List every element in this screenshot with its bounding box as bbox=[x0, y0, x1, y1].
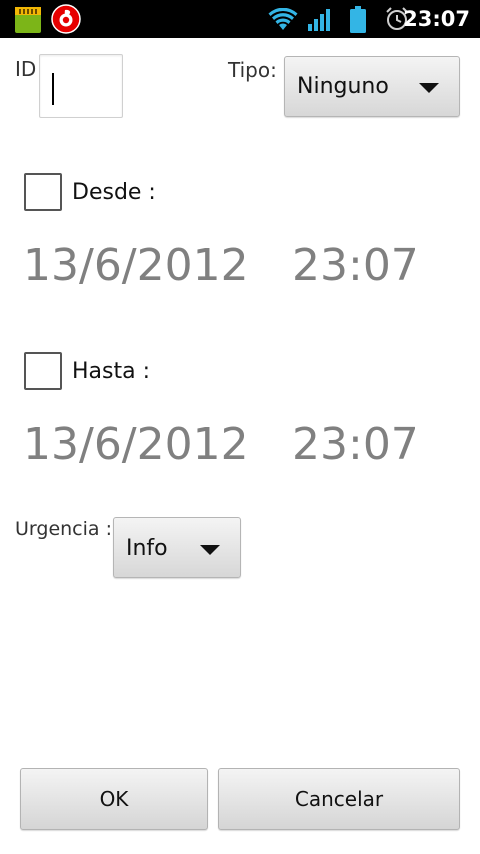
vodafone-icon bbox=[51, 4, 81, 34]
tipo-spinner[interactable]: Ninguno bbox=[284, 56, 460, 117]
desde-time[interactable]: 23:07 bbox=[292, 240, 419, 291]
desde-date[interactable]: 13/6/2012 bbox=[23, 240, 249, 291]
hasta-date[interactable]: 13/6/2012 bbox=[23, 419, 249, 470]
urgencia-label: Urgencia : bbox=[15, 518, 112, 540]
text-caret bbox=[52, 73, 54, 105]
cancel-button[interactable]: Cancelar bbox=[218, 768, 460, 830]
tipo-label: Tipo: bbox=[228, 58, 277, 82]
status-time: 23:07 bbox=[403, 7, 470, 31]
battery-icon bbox=[350, 6, 366, 33]
sd-card-icon bbox=[15, 7, 41, 33]
hasta-time[interactable]: 23:07 bbox=[292, 419, 419, 470]
id-label: ID bbox=[15, 57, 37, 81]
desde-label: Desde : bbox=[72, 180, 156, 205]
wifi-icon bbox=[268, 8, 298, 30]
hasta-checkbox[interactable] bbox=[24, 352, 62, 390]
hasta-label: Hasta : bbox=[72, 359, 150, 384]
tipo-spinner-value: Ninguno bbox=[297, 74, 389, 99]
chevron-down-icon bbox=[200, 545, 220, 555]
desde-checkbox[interactable] bbox=[24, 173, 62, 211]
chevron-down-icon bbox=[419, 83, 439, 93]
status-bar: 23:07 bbox=[0, 0, 480, 38]
urgencia-spinner-value: Info bbox=[126, 536, 168, 561]
urgencia-spinner[interactable]: Info bbox=[113, 517, 241, 578]
screen: 23:07 ID Tipo: Ninguno Desde : 13/6/2012… bbox=[0, 0, 480, 854]
id-input[interactable] bbox=[39, 54, 123, 118]
signal-icon bbox=[308, 9, 330, 31]
ok-button[interactable]: OK bbox=[20, 768, 208, 830]
